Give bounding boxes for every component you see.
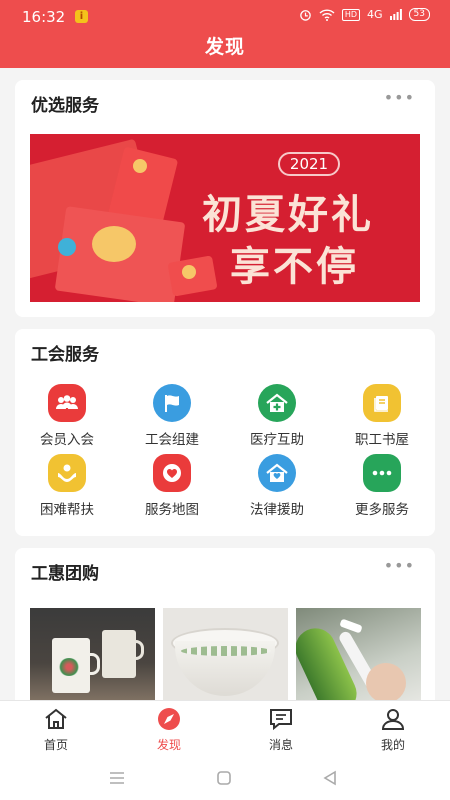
book-icon <box>363 384 401 422</box>
product-image-bowl[interactable] <box>163 608 288 708</box>
service-label: 工会组建 <box>145 432 199 448</box>
group-buy-card: 工惠团购 ••• <box>15 548 435 718</box>
heart-map-icon <box>153 454 191 492</box>
nav-home[interactable]: 首页 <box>16 707 96 753</box>
service-member-join[interactable]: 会员入会 <box>22 384 112 448</box>
banner-headline-2: 享不停 <box>230 244 359 290</box>
service-label: 职工书屋 <box>355 432 409 448</box>
nav-label: 首页 <box>43 738 68 752</box>
service-label: 医疗互助 <box>250 432 304 448</box>
service-legal-aid[interactable]: 法律援助 <box>232 454 322 518</box>
help-hands-icon <box>48 454 86 492</box>
members-icon <box>48 384 86 422</box>
status-bar: 16:32 i HD 4G 53 <box>0 0 450 28</box>
service-worker-library[interactable]: 职工书屋 <box>337 384 427 448</box>
hd-badge: HD <box>341 8 361 21</box>
top-bar: 16:32 i HD 4G 53 发现 <box>0 0 450 68</box>
union-services-card: 工会服务 会员入会 工会组建 医疗互助 职工书屋 困难帮扶 服务地图 法律援助 … <box>15 329 435 536</box>
featured-services-card: 优选服务 ••• 2021 初夏好礼 享不停 <box>15 80 435 317</box>
alarm-icon <box>300 10 311 21</box>
banner-headline-1: 初夏好礼 <box>202 192 374 238</box>
home-icon <box>45 708 67 729</box>
section-title-union: 工会服务 <box>31 345 99 365</box>
product-image-mugs[interactable] <box>30 608 155 708</box>
more-dots-icon[interactable]: ••• <box>384 90 415 106</box>
gold-coin-decoration <box>182 265 196 279</box>
status-time: 16:32 <box>22 8 66 26</box>
section-title-featured: 优选服务 <box>31 96 99 116</box>
service-label: 法律援助 <box>250 502 304 518</box>
service-label: 困难帮扶 <box>40 502 94 518</box>
network-label: 4G <box>367 8 383 21</box>
more-icon <box>363 454 401 492</box>
service-label: 服务地图 <box>145 502 199 518</box>
service-map[interactable]: 服务地图 <box>127 454 217 518</box>
blue-ball-decoration <box>58 238 76 256</box>
service-hardship-assistance[interactable]: 困难帮扶 <box>22 454 112 518</box>
menu-icon[interactable] <box>108 771 126 785</box>
signal-icon <box>389 9 402 20</box>
product-image-peeler[interactable] <box>296 608 421 708</box>
compass-icon <box>158 708 180 730</box>
system-nav-bar <box>0 758 450 800</box>
wifi-icon <box>319 8 335 21</box>
product-photos <box>30 608 421 708</box>
user-icon <box>381 709 405 730</box>
flag-icon <box>153 384 191 422</box>
nav-messages[interactable]: 消息 <box>241 707 321 753</box>
nav-discover[interactable]: 发现 <box>129 707 209 753</box>
nav-label: 消息 <box>268 738 293 752</box>
gold-coin-decoration <box>92 226 136 262</box>
home-square-icon[interactable] <box>216 770 232 786</box>
medical-icon <box>258 384 296 422</box>
message-icon <box>270 709 292 731</box>
nav-profile[interactable]: 我的 <box>353 707 433 753</box>
service-medical-aid[interactable]: 医疗互助 <box>232 384 322 448</box>
bottom-navigation: 首页 发现 消息 我的 <box>0 700 450 758</box>
service-union-setup[interactable]: 工会组建 <box>127 384 217 448</box>
law-home-icon <box>258 454 296 492</box>
nav-label: 发现 <box>156 738 181 752</box>
status-icons: HD 4G 53 <box>299 8 430 21</box>
gold-coin-decoration <box>133 159 147 173</box>
service-more[interactable]: 更多服务 <box>337 454 427 518</box>
section-title-groupbuy: 工惠团购 <box>31 564 99 584</box>
battery-icon: 53 <box>408 8 430 21</box>
notification-icon: i <box>75 10 88 23</box>
promo-banner[interactable]: 2021 初夏好礼 享不停 <box>30 134 420 302</box>
page-title: 发现 <box>204 36 245 58</box>
more-dots-icon[interactable]: ••• <box>384 558 415 574</box>
service-label: 会员入会 <box>40 432 94 448</box>
service-label: 更多服务 <box>355 502 409 518</box>
nav-label: 我的 <box>380 738 405 752</box>
back-triangle-icon[interactable] <box>322 770 338 786</box>
banner-year: 2021 <box>278 152 340 176</box>
